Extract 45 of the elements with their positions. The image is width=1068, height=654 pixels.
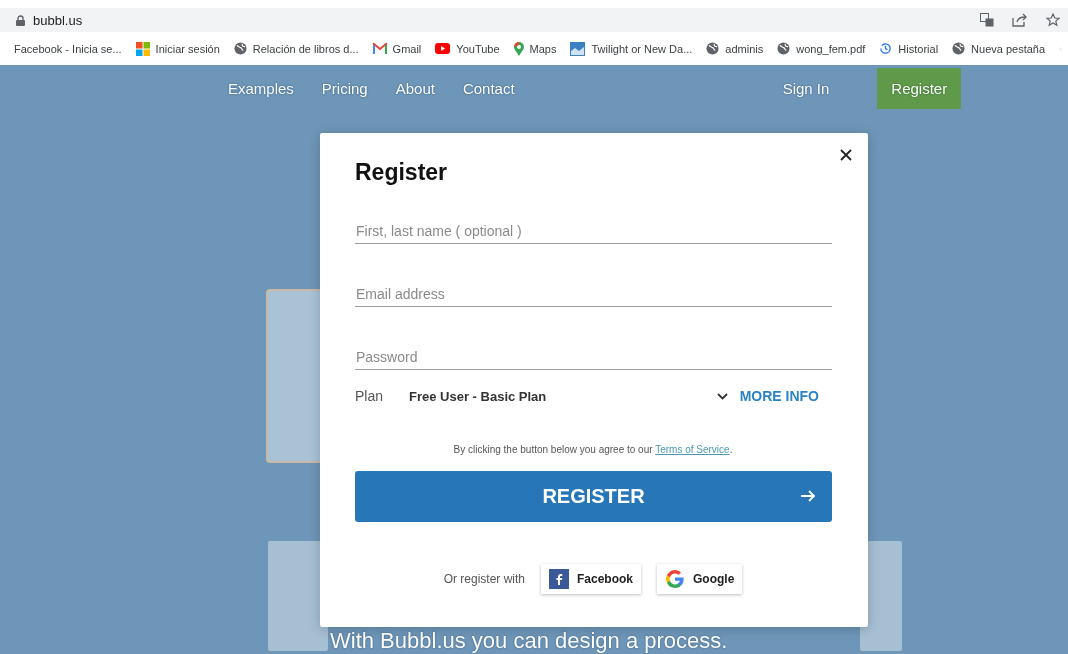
bookmark-link[interactable]: Iniciar sesión	[135, 41, 220, 56]
lock-icon	[16, 14, 25, 26]
input-field[interactable]: Password	[355, 349, 832, 370]
history-clock-icon	[879, 42, 893, 55]
play-button-icon	[435, 43, 451, 54]
arrow-right-icon	[800, 488, 816, 504]
map-pin-icon	[513, 41, 524, 56]
bookmark-link[interactable]: Nueva pestaña	[952, 42, 1046, 55]
facebook-f-icon	[549, 569, 569, 589]
social-login-button[interactable]: Google	[657, 564, 743, 594]
globe-icon	[706, 42, 720, 55]
background-headline: With Bubbl.us you can design a process.	[330, 628, 728, 653]
picture-icon	[570, 41, 586, 56]
input-field[interactable]: First, last name ( optional )	[355, 223, 832, 244]
mail-envelope-icon	[372, 43, 387, 54]
chevron-down-icon	[716, 392, 728, 400]
bookmark-link[interactable]: Historial	[879, 42, 939, 55]
bookmark-link[interactable]: Relación de libros d...	[233, 42, 359, 55]
more-info-link[interactable]: MORE INFO	[739, 388, 819, 404]
star-icon[interactable]	[1046, 13, 1060, 27]
bookmark-link[interactable]: Maps	[513, 41, 557, 56]
translate-icon[interactable]	[980, 13, 994, 27]
address-bar-url[interactable]: bubbl.us	[33, 12, 83, 28]
bookmark-link[interactable]: adminis	[706, 42, 764, 55]
globe-icon	[233, 42, 247, 55]
close-button[interactable]	[838, 147, 854, 163]
social-label: Or register with	[443, 572, 525, 586]
register-button[interactable]: REGISTER	[355, 471, 832, 522]
terms-text: By clicking the button below you agree to our Terms of Service.	[452, 444, 734, 455]
social-login-button[interactable]: Facebook	[541, 564, 641, 594]
globe-icon	[952, 42, 966, 55]
bookmark-link[interactable]: Gmail	[372, 42, 422, 55]
close-icon	[840, 149, 852, 161]
input-field[interactable]: Email address	[355, 286, 832, 307]
bookmark-link[interactable]: Facebook - Inicia se...	[14, 42, 122, 55]
bookmark-link[interactable]: Twilight or New Da...	[570, 41, 693, 56]
globe-icon	[777, 42, 791, 55]
bookmark-link[interactable]: YouTube	[435, 42, 500, 55]
bookmark-link[interactable]: wong_fem.pdf	[777, 42, 866, 55]
windows-logo-icon	[135, 41, 150, 56]
dialog-title: Register	[355, 158, 449, 187]
plan-label: Plan	[355, 388, 385, 404]
plan-dropdown[interactable]: Free User - Basic Plan	[409, 388, 740, 404]
share-icon[interactable]	[1012, 13, 1028, 27]
google-g-icon	[665, 569, 685, 589]
